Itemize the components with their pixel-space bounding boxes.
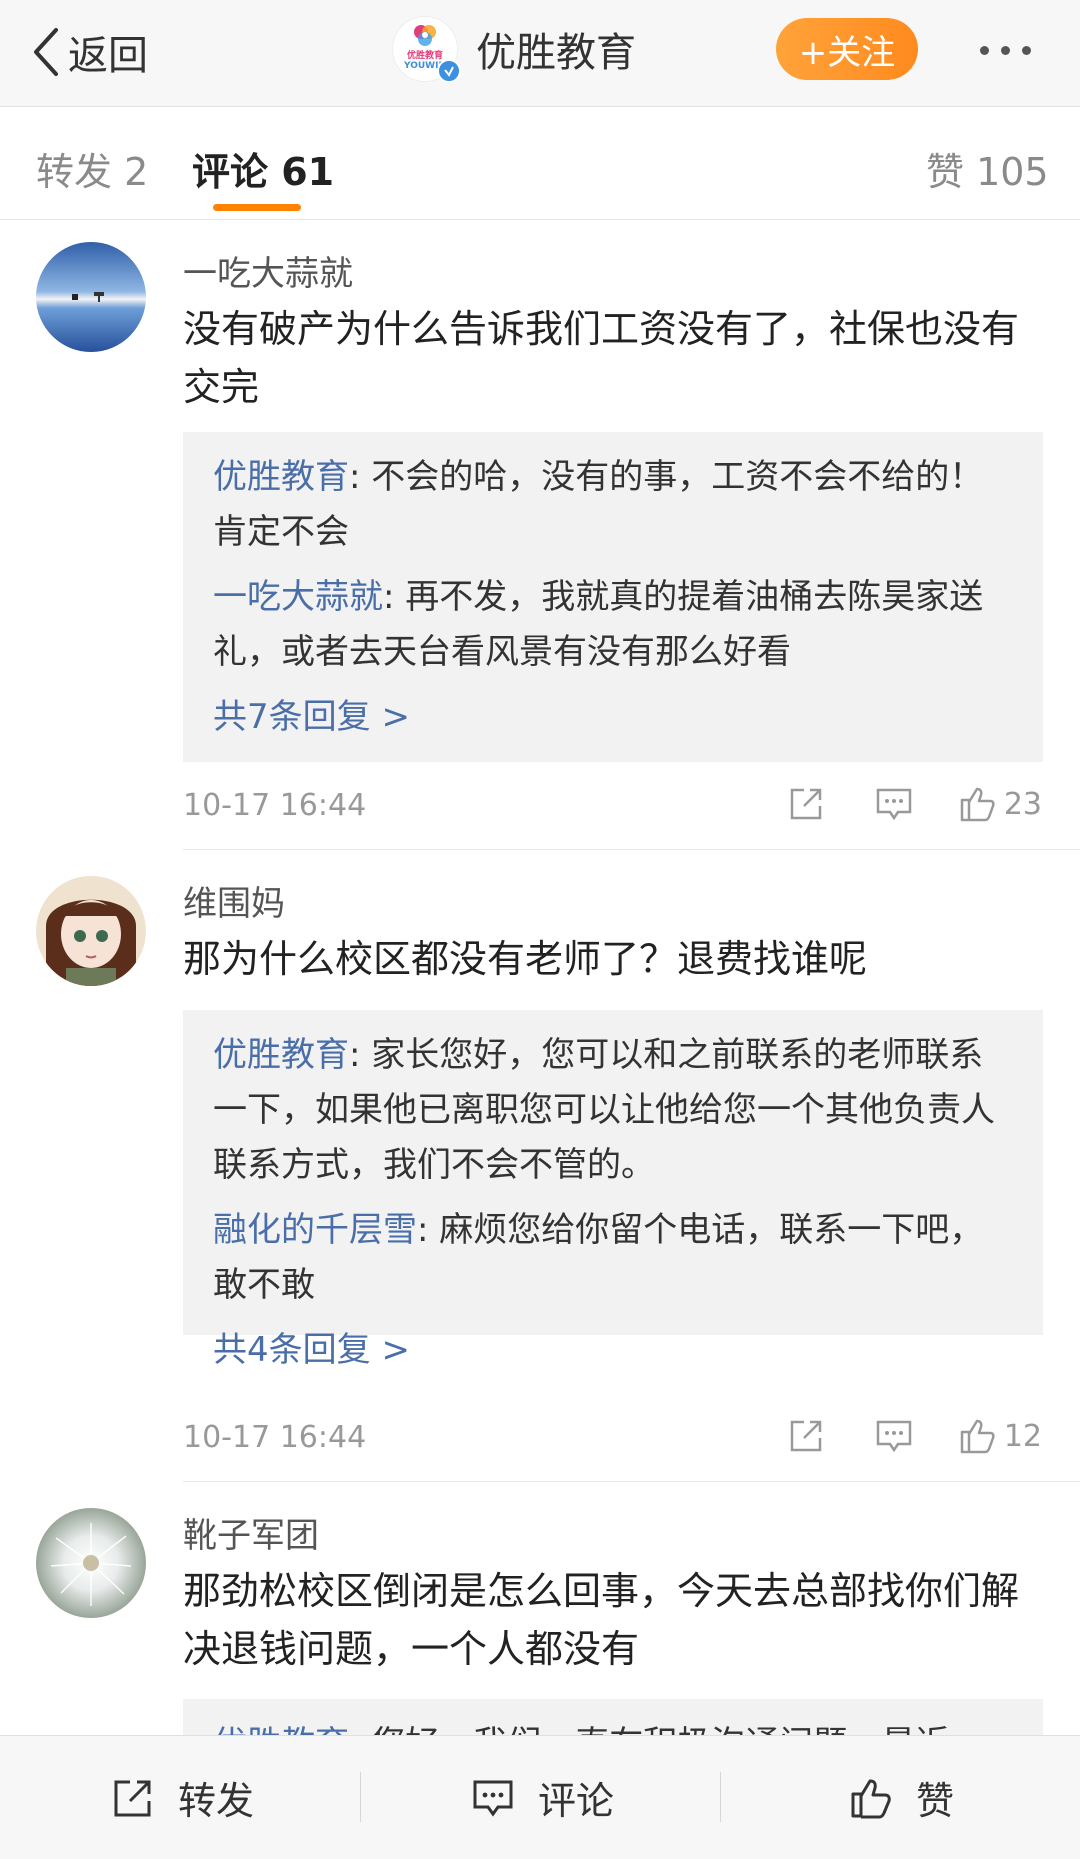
like-button[interactable]: 赞 (848, 1736, 954, 1859)
like-count: 12 (1003, 1418, 1042, 1454)
share-icon[interactable] (782, 780, 830, 828)
like-label: 赞 (916, 1779, 955, 1823)
like-button[interactable]: 23 (958, 780, 1042, 828)
reply-item[interactable]: 一吃大蒜就: 再不发，我就真的提着油桶去陈昊家送礼，或者去天台看风景有没有那么好… (213, 570, 1013, 680)
separator (360, 1772, 361, 1822)
share-icon (114, 1780, 151, 1816)
account-avatar[interactable]: 优胜教育 YOUWIN (392, 16, 461, 83)
reply-item[interactable]: 融化的千层雪: 麻烦您给你留个电话，联系一下吧，敢不敢 (213, 1203, 1013, 1313)
verified-badge-icon (437, 59, 461, 83)
logo-text: 优胜教育 (406, 51, 443, 61)
tab-repost[interactable]: 转发 2 (36, 141, 148, 196)
reply-box: 优胜教育: 家长您好，您可以和之前联系的老师联系一下，如果他已离职您可以让他给您… (183, 1010, 1043, 1370)
comment-divider (183, 1481, 1080, 1482)
more-replies-link[interactable]: 共7条回复 > (213, 690, 1013, 745)
account-name[interactable]: 优胜教育 (476, 20, 636, 78)
comment-actions: 12 (742, 1412, 1042, 1460)
like-button[interactable]: 12 (958, 1412, 1042, 1460)
share-icon[interactable] (782, 1412, 830, 1460)
reply-item[interactable]: 优胜教育: 不会的哈，没有的事，工资不会不给的！肯定不会 (213, 450, 1013, 560)
tab-comments[interactable]: 评论 61 (192, 141, 334, 196)
avatar[interactable] (36, 1508, 146, 1618)
reply-author[interactable]: 优胜教育 (213, 1035, 349, 1075)
comment-text: 那劲松校区倒闭是怎么回事，今天去总部找你们解决退钱问题，一个人都没有 (183, 1569, 1020, 1671)
top-nav-bar: 返回 优胜教育 YOUWIN 优胜教育 +关注 (0, 0, 1080, 107)
bottom-action-bar: 转发 评论 赞 (0, 1735, 1080, 1859)
comment-text: 没有破产为什么告诉我们工资没有了，社保也没有交完 (183, 307, 1020, 409)
more-replies-link[interactable]: 共4条回复 > (213, 1323, 1013, 1378)
comment-icon (473, 1780, 513, 1817)
follow-button[interactable]: +关注 (776, 18, 918, 80)
thumbs-up-icon (851, 1779, 891, 1818)
active-tab-indicator (213, 204, 301, 211)
reply-author[interactable]: 融化的千层雪 (213, 1210, 417, 1250)
tab-bar: 转发 2 评论 61 赞 105 (0, 107, 1080, 220)
like-count: 23 (1003, 786, 1042, 822)
reply-icon[interactable] (870, 1412, 918, 1460)
comment-username[interactable]: 靴子军团 (183, 1508, 319, 1557)
separator (720, 1772, 721, 1822)
thumbs-up-icon (960, 1419, 995, 1454)
comment-button[interactable]: 评论 (470, 1736, 614, 1859)
thumbs-up-icon (960, 787, 995, 822)
avatar[interactable] (36, 242, 146, 352)
chevron-left-icon (34, 28, 58, 76)
repost-button[interactable]: 转发 (110, 1736, 254, 1859)
reply-author[interactable]: 一吃大蒜就 (213, 577, 383, 617)
comment-label: 评论 (538, 1779, 615, 1823)
comment-username[interactable]: 维围妈 (183, 876, 285, 925)
tab-likes[interactable]: 赞 105 (926, 141, 1049, 196)
back-button[interactable]: 返回 (30, 22, 148, 82)
reply-item[interactable]: 优胜教育: 家长您好，您可以和之前联系的老师联系一下，如果他已离职您可以让他给您… (213, 1028, 1013, 1193)
more-options-icon[interactable] (980, 38, 1070, 62)
reply-box: 优胜教育: 不会的哈，没有的事，工资不会不给的！肯定不会 一吃大蒜就: 再不发，… (183, 432, 1043, 762)
comment-timestamp: 10-17 16:44 (183, 1420, 367, 1455)
repost-label: 转发 (178, 1779, 255, 1823)
back-label: 返回 (68, 33, 148, 79)
avatar[interactable] (36, 876, 146, 986)
comment-timestamp: 10-17 16:44 (183, 788, 367, 823)
brand-logo-icon (414, 25, 436, 46)
comment-divider (183, 849, 1080, 850)
reply-author[interactable]: 优胜教育 (213, 457, 349, 497)
account-header[interactable]: 优胜教育 YOUWIN 优胜教育 (392, 16, 636, 83)
reply-icon[interactable] (870, 780, 918, 828)
comment-text: 那为什么校区都没有老师了？退费找谁呢 (183, 937, 868, 981)
comment-actions: 23 (742, 780, 1042, 828)
comment-username[interactable]: 一吃大蒜就 (183, 246, 353, 295)
